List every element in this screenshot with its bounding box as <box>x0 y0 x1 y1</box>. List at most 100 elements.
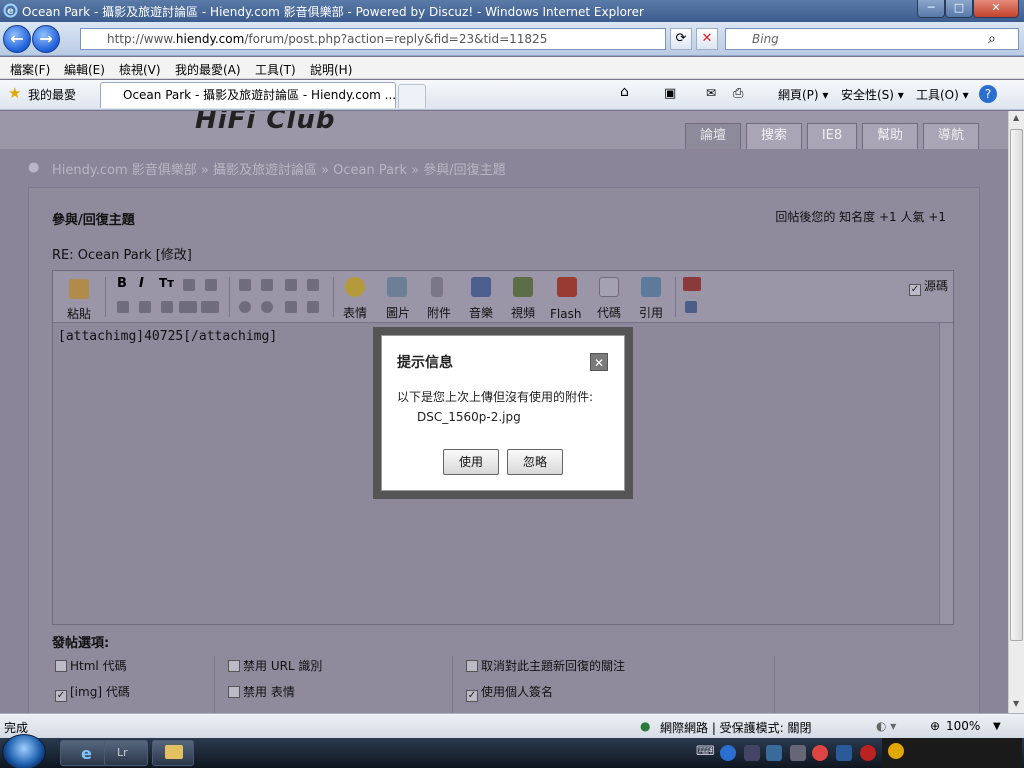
checkbox-url[interactable] <box>228 660 240 672</box>
nav-tab-search[interactable]: 搜索 <box>746 123 802 149</box>
start-button[interactable] <box>2 734 46 768</box>
zoom-level[interactable]: 100% <box>946 719 980 733</box>
ignore-button[interactable]: 忽略 <box>507 449 563 475</box>
option-img-code[interactable]: ✓ [img] 代碼 <box>55 683 130 702</box>
browser-tab[interactable]: Ocean Park - 攝影及旅遊討論區 - Hiendy.com ... <box>100 82 396 108</box>
dialog-close-icon[interactable]: ✕ <box>590 353 608 371</box>
source-checkbox[interactable]: ✓ <box>909 284 921 296</box>
nav-tab-help[interactable]: 幫助 <box>862 123 918 149</box>
checkbox-unsubscribe[interactable] <box>466 660 478 672</box>
font-size-icon[interactable]: Tт <box>159 276 174 290</box>
display-tray-icon[interactable] <box>766 745 782 761</box>
image-icon[interactable] <box>387 277 407 297</box>
menu-favorites[interactable]: 我的最愛(A) <box>175 61 241 78</box>
page-scrollbar[interactable]: ▲ ▼ <box>1008 111 1024 713</box>
menu-file[interactable]: 檔案(F) <box>10 61 50 78</box>
emoticon-small-icon[interactable] <box>261 301 273 313</box>
nav-tab-navigation[interactable]: 導航 <box>923 123 979 149</box>
protected-mode-icon[interactable]: ◐ ▾ <box>876 719 896 733</box>
unlink-icon[interactable] <box>239 279 251 291</box>
undo-icon[interactable] <box>285 279 297 291</box>
checkbox-html[interactable] <box>55 660 67 672</box>
search-input[interactable]: Bing <box>725 28 1019 50</box>
minimize-button[interactable]: ─ <box>917 0 945 18</box>
checkbox-img[interactable]: ✓ <box>55 690 67 702</box>
list-icon[interactable] <box>161 301 173 313</box>
option-html-code[interactable]: Html 代碼 <box>55 657 127 674</box>
tools-menu[interactable]: 工具(O) ▾ <box>916 86 969 103</box>
keyboard-icon[interactable]: ⌨ <box>696 744 715 759</box>
maximize-button[interactable]: □ <box>945 0 973 18</box>
use-button[interactable]: 使用 <box>443 449 499 475</box>
link-icon[interactable] <box>205 279 217 291</box>
new-tab-button[interactable] <box>398 84 426 108</box>
print-icon[interactable]: ⎙ <box>733 86 743 101</box>
source-toggle[interactable]: ✓ 源碼 <box>909 277 948 296</box>
security-zone[interactable]: 網際網路 | 受保護模式: 關閉 <box>660 719 812 736</box>
paste-icon[interactable] <box>69 279 89 299</box>
video-icon[interactable] <box>513 277 533 297</box>
align-icon[interactable] <box>117 301 129 313</box>
option-disable-url[interactable]: 禁用 URL 識別 <box>228 657 322 674</box>
safety-menu[interactable]: 安全性(S) ▾ <box>841 86 904 103</box>
checkbox-smilies[interactable] <box>228 686 240 698</box>
flash-icon[interactable] <box>557 277 577 297</box>
subject-field[interactable]: RE: Ocean Park [修改] <box>52 244 192 263</box>
italic-icon[interactable]: I <box>139 276 144 291</box>
help-tray-icon[interactable] <box>720 745 736 761</box>
favorites-button[interactable]: 我的最愛 <box>28 86 76 103</box>
youtube-icon[interactable] <box>683 277 701 291</box>
menu-tools[interactable]: 工具(T) <box>255 61 296 78</box>
shield-tray-icon[interactable] <box>836 745 852 761</box>
option-signature[interactable]: ✓ 使用個人簽名 <box>466 683 553 702</box>
smiley-icon[interactable] <box>345 277 365 297</box>
breadcrumb[interactable]: Hiendy.com 影音俱樂部 » 攝影及旅遊討論區 » Ocean Park… <box>52 159 506 178</box>
taskbar-lightroom-icon[interactable]: Lr <box>104 740 148 766</box>
scroll-down-icon[interactable]: ▼ <box>1013 699 1019 708</box>
option-disable-smilies[interactable]: 禁用 表情 <box>228 683 295 700</box>
editor-scrollbar[interactable] <box>939 323 953 624</box>
scrollbar-thumb[interactable] <box>1010 129 1023 641</box>
hide-icon[interactable] <box>179 301 197 313</box>
address-bar[interactable]: http://www.hiendy.com/forum/post.php?act… <box>80 28 666 50</box>
media-tray-icon[interactable] <box>860 745 876 761</box>
editor-textarea[interactable]: [attachimg]40725[/attachimg] <box>58 329 277 344</box>
document-icon[interactable] <box>307 301 319 313</box>
back-button[interactable]: ← <box>3 25 31 53</box>
zoom-icon[interactable]: ⊕ <box>930 719 940 733</box>
color-icon[interactable] <box>183 279 195 291</box>
page-icon[interactable] <box>285 301 297 313</box>
free-icon[interactable] <box>201 301 219 313</box>
network-tray-icon[interactable] <box>744 745 760 761</box>
redo-icon[interactable] <box>307 279 319 291</box>
globe-icon[interactable] <box>239 301 251 313</box>
taskbar-explorer-icon[interactable] <box>152 740 194 766</box>
close-window-button[interactable]: ✕ <box>973 0 1019 18</box>
nav-tab-ie8[interactable]: IE8 <box>807 123 857 149</box>
zoom-dropdown-icon[interactable]: ▼ <box>993 721 1001 732</box>
option-unsubscribe[interactable]: 取消對此主題新回復的關注 <box>466 657 625 674</box>
page-menu[interactable]: 網頁(P) ▾ <box>778 86 828 103</box>
font-icon[interactable] <box>685 301 697 313</box>
home-icon[interactable]: ⌂ <box>620 84 629 100</box>
antivirus-tray-icon[interactable] <box>812 745 828 761</box>
menu-help[interactable]: 說明(H) <box>310 61 352 78</box>
nav-tab-forum[interactable]: 論壇 <box>685 123 741 149</box>
remove-format-icon[interactable] <box>261 279 273 291</box>
mail-icon[interactable]: ✉ <box>706 86 716 100</box>
table-icon[interactable] <box>139 301 151 313</box>
search-icon[interactable]: ⌕ <box>988 31 996 47</box>
refresh-button[interactable]: ⟳ <box>670 28 692 50</box>
feeds-icon[interactable]: ▣ <box>664 86 676 101</box>
checkbox-signature[interactable]: ✓ <box>466 690 478 702</box>
bold-icon[interactable]: B <box>117 276 127 291</box>
stop-button[interactable]: ✕ <box>696 28 718 50</box>
volume-tray-icon[interactable] <box>790 745 806 761</box>
code-icon[interactable] <box>599 277 619 297</box>
paperclip-icon[interactable] <box>431 277 443 297</box>
menu-edit[interactable]: 編輯(E) <box>64 61 105 78</box>
help-icon[interactable]: ? <box>979 85 997 103</box>
scroll-up-icon[interactable]: ▲ <box>1013 113 1019 122</box>
music-icon[interactable] <box>471 277 491 297</box>
quote-icon[interactable] <box>641 277 661 297</box>
